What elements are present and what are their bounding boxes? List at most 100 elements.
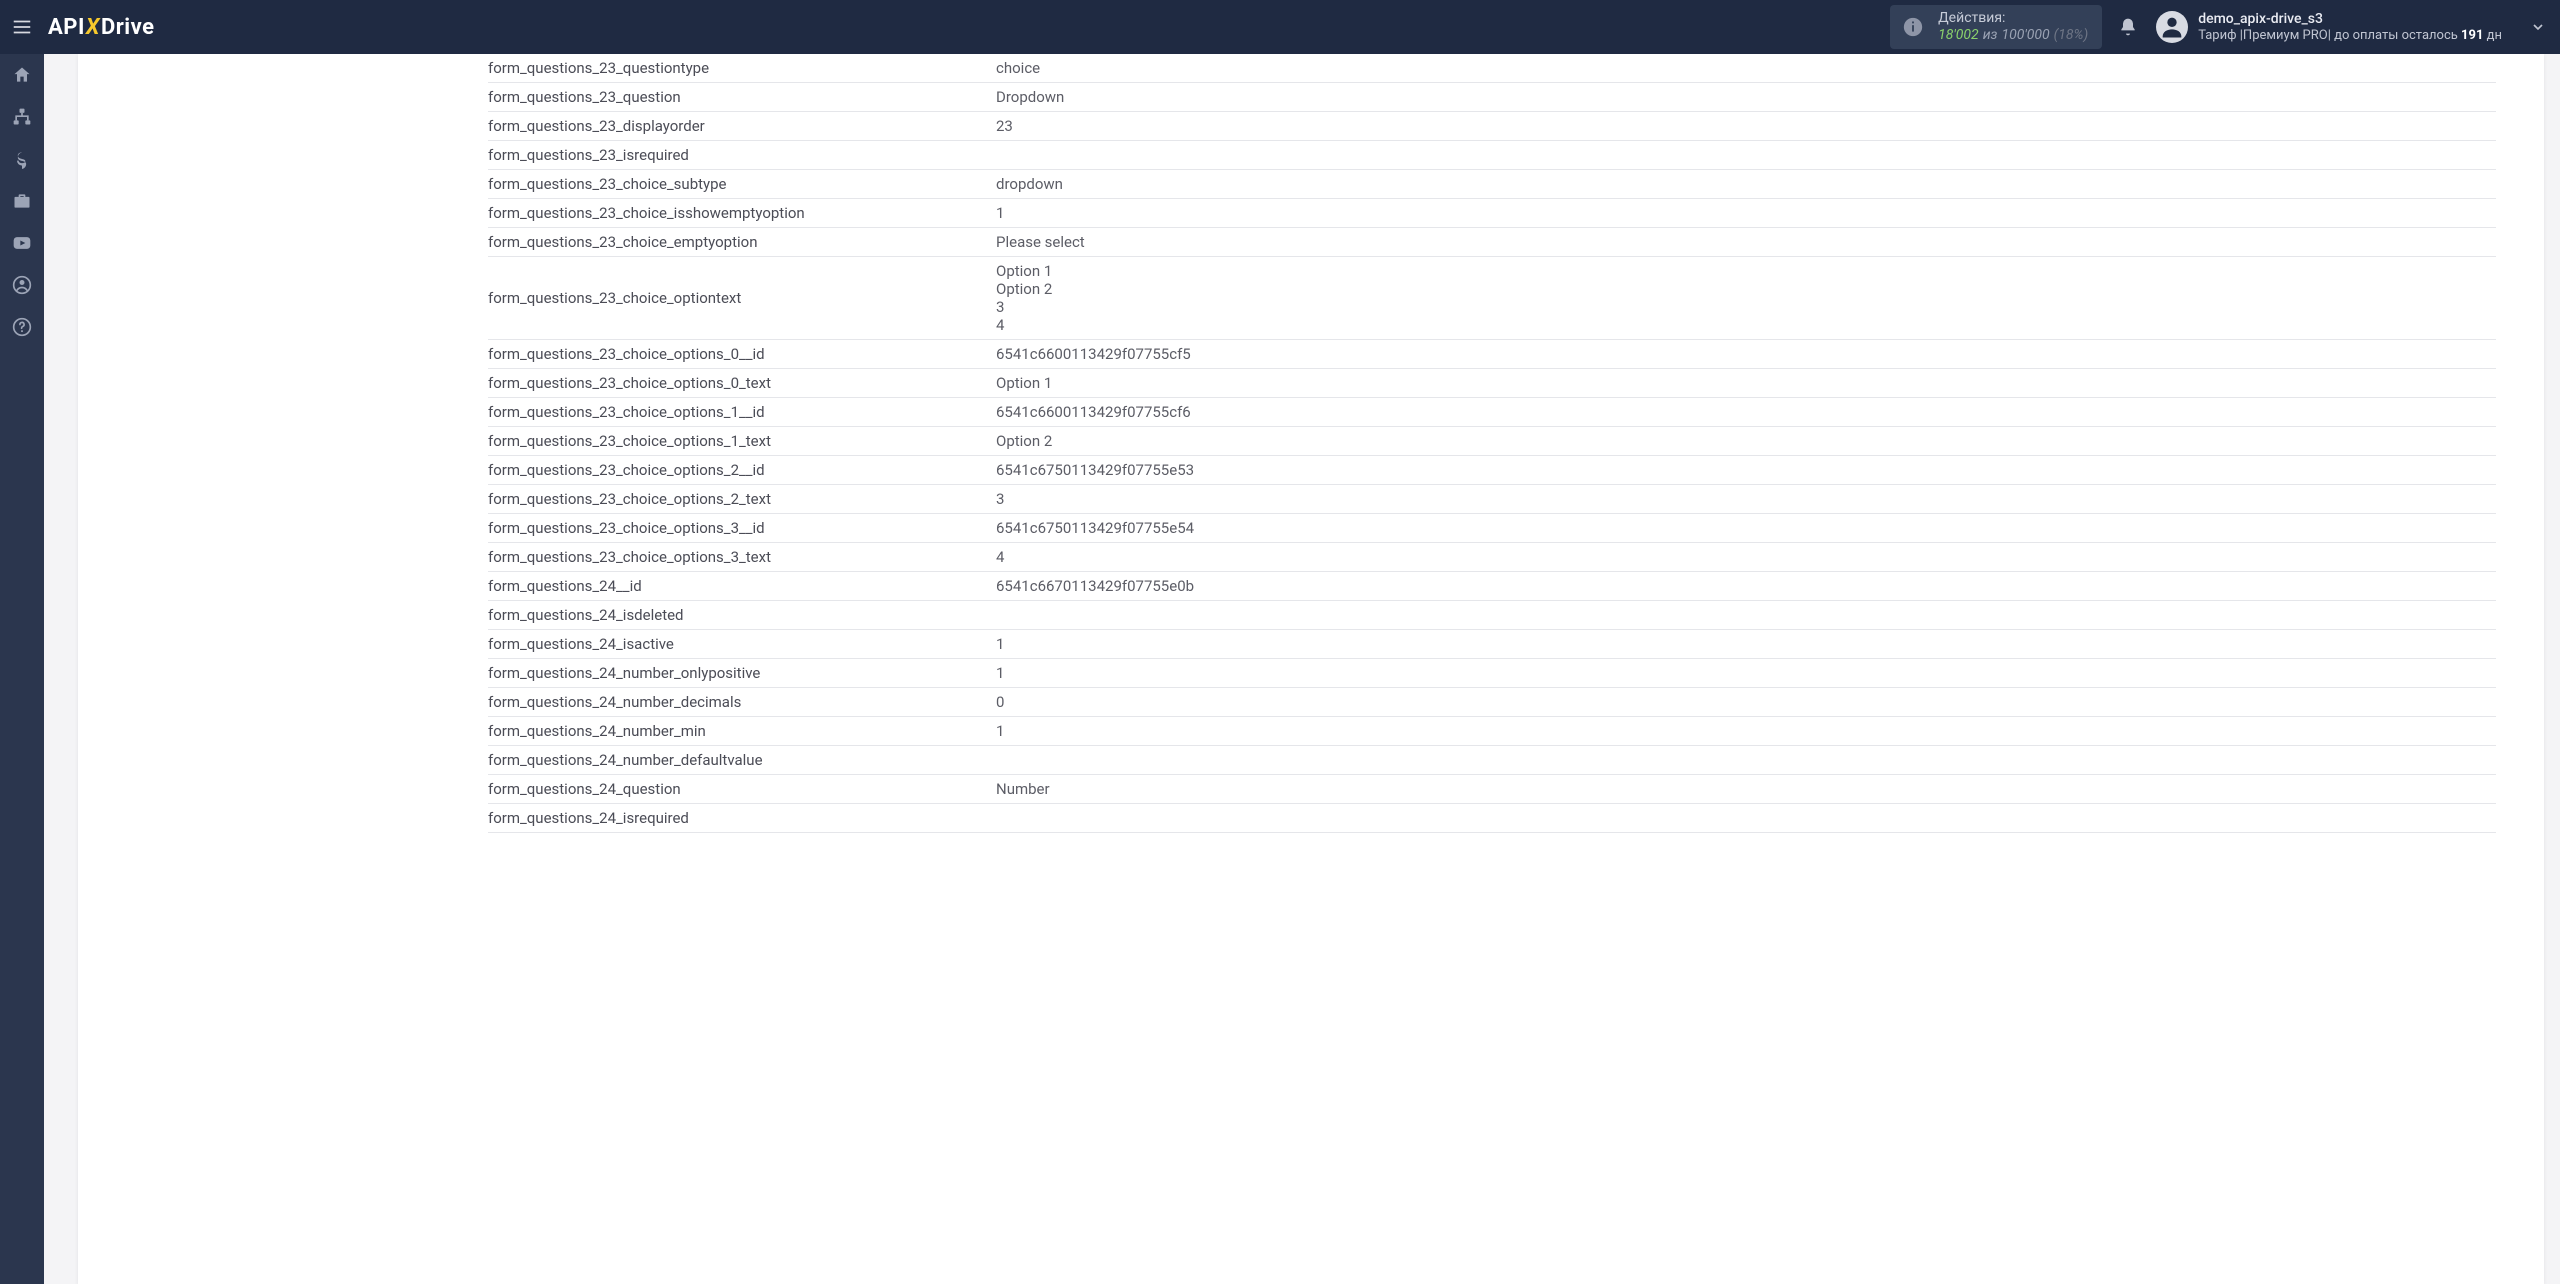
row-key: form_questions_23_choice_options_0__id: [488, 340, 996, 369]
actions-meter[interactable]: Действия: 18'002 из 100'000 (18%): [1890, 5, 2102, 49]
actions-iz: из: [1983, 27, 1998, 44]
row-key: form_questions_23_choice_emptyoption: [488, 228, 996, 257]
row-value: [996, 746, 2496, 775]
table-row: form_questions_24_number_defaultvalue: [488, 746, 2496, 775]
dollar-icon: [12, 149, 32, 169]
table-row: form_questions_24__id6541c6670113429f077…: [488, 572, 2496, 601]
row-value: [996, 141, 2496, 170]
logo-drive: Drive: [101, 15, 155, 40]
actions-pct: (18%): [2054, 27, 2089, 44]
row-key: form_questions_23_choice_options_2__id: [488, 456, 996, 485]
logo[interactable]: APIXDrive: [48, 15, 155, 40]
row-value: [996, 601, 2496, 630]
table-row: form_questions_24_isactive1: [488, 630, 2496, 659]
actions-label: Действия:: [1938, 10, 2088, 27]
row-key: form_questions_23_choice_isshowemptyopti…: [488, 199, 996, 228]
menu-toggle-button[interactable]: [0, 0, 44, 54]
table-row: form_questions_24_number_onlypositive1: [488, 659, 2496, 688]
row-key: form_questions_24_isactive: [488, 630, 996, 659]
row-value: dropdown: [996, 170, 2496, 199]
chevron-down-icon: [2530, 19, 2546, 35]
row-key: form_questions_23_choice_subtype: [488, 170, 996, 199]
table-row: form_questions_23_questionDropdown: [488, 83, 2496, 112]
actions-limit: 100'000: [2001, 27, 2049, 44]
row-value: 6541c6750113429f07755e54: [996, 514, 2496, 543]
table-row: form_questions_24_questionNumber: [488, 775, 2496, 804]
table-row: form_questions_23_choice_options_1__id65…: [488, 398, 2496, 427]
row-value: 0: [996, 688, 2496, 717]
row-key: form_questions_23_isrequired: [488, 141, 996, 170]
sidebar-item-toolbox[interactable]: [0, 180, 44, 222]
table-row: form_questions_23_displayorder23: [488, 112, 2496, 141]
row-key: form_questions_23_choice_options_2_text: [488, 485, 996, 514]
table-row: form_questions_23_choice_isshowemptyopti…: [488, 199, 2496, 228]
logo-x: X: [86, 15, 100, 40]
user-icon: [2158, 13, 2186, 41]
user-block[interactable]: demo_apix-drive_s3 Тариф |Премиум PRO| д…: [2156, 11, 2502, 43]
table-row: form_questions_23_questiontypechoice: [488, 54, 2496, 83]
row-key: form_questions_23_choice_options_0_text: [488, 369, 996, 398]
user-tariff: Тариф |Премиум PRO| до оплаты осталось 1…: [2198, 28, 2502, 44]
row-key: form_questions_23_choice_optiontext: [488, 257, 996, 340]
row-key: form_questions_23_displayorder: [488, 112, 996, 141]
row-key: form_questions_24_number_defaultvalue: [488, 746, 996, 775]
hamburger-icon: [11, 16, 33, 38]
content-area: form_questions_23_questiontypechoiceform…: [44, 54, 2560, 1284]
row-key: form_questions_23_choice_options_1__id: [488, 398, 996, 427]
avatar: [2156, 11, 2188, 43]
table-row: form_questions_23_choice_options_0__id65…: [488, 340, 2496, 369]
user-menu-toggle[interactable]: [2530, 19, 2546, 35]
briefcase-icon: [12, 191, 32, 211]
youtube-icon: [12, 233, 32, 253]
row-value: 6541c6600113429f07755cf6: [996, 398, 2496, 427]
row-value: 4: [996, 543, 2496, 572]
sidebar-item-video[interactable]: [0, 222, 44, 264]
row-value: 6541c6670113429f07755e0b: [996, 572, 2496, 601]
sidebar: [0, 54, 44, 1284]
row-value: Dropdown: [996, 83, 2496, 112]
bell-icon: [2118, 17, 2138, 37]
home-icon: [12, 65, 32, 85]
sidebar-item-home[interactable]: [0, 54, 44, 96]
row-value: Number: [996, 775, 2496, 804]
table-row: form_questions_24_isdeleted: [488, 601, 2496, 630]
sidebar-item-help[interactable]: [0, 306, 44, 348]
sidebar-item-account[interactable]: [0, 264, 44, 306]
row-value: 6541c6750113429f07755e53: [996, 456, 2496, 485]
row-value: 1: [996, 630, 2496, 659]
sidebar-item-billing[interactable]: [0, 138, 44, 180]
row-value: 1: [996, 659, 2496, 688]
row-key: form_questions_23_choice_options_3_text: [488, 543, 996, 572]
row-key: form_questions_24_number_onlypositive: [488, 659, 996, 688]
actions-used: 18'002: [1938, 27, 1979, 44]
row-key: form_questions_23_questiontype: [488, 54, 996, 83]
row-key: form_questions_23_question: [488, 83, 996, 112]
row-key: form_questions_24_isdeleted: [488, 601, 996, 630]
row-key: form_questions_24_number_decimals: [488, 688, 996, 717]
row-value: Please select: [996, 228, 2496, 257]
question-icon: [12, 317, 32, 337]
user-text: demo_apix-drive_s3 Тариф |Премиум PRO| д…: [2198, 11, 2502, 43]
table-row: form_questions_24_number_decimals0: [488, 688, 2496, 717]
row-value: 3: [996, 485, 2496, 514]
row-value: 1: [996, 199, 2496, 228]
actions-text: Действия: 18'002 из 100'000 (18%): [1938, 10, 2088, 44]
sidebar-item-connections[interactable]: [0, 96, 44, 138]
table-row: form_questions_23_choice_optiontextOptio…: [488, 257, 2496, 340]
notifications-button[interactable]: [2118, 17, 2138, 37]
row-value: 1: [996, 717, 2496, 746]
table-row: form_questions_23_choice_options_0_textO…: [488, 369, 2496, 398]
table-row: form_questions_24_number_min1: [488, 717, 2496, 746]
user-name: demo_apix-drive_s3: [2198, 11, 2502, 28]
row-key: form_questions_23_choice_options_3__id: [488, 514, 996, 543]
info-icon: [1902, 16, 1924, 38]
table-row: form_questions_23_choice_subtypedropdown: [488, 170, 2496, 199]
user-circle-icon: [12, 275, 32, 295]
row-value: choice: [996, 54, 2496, 83]
row-key: form_questions_24_question: [488, 775, 996, 804]
row-value: Option 2: [996, 427, 2496, 456]
data-table: form_questions_23_questiontypechoiceform…: [488, 54, 2496, 833]
data-table-wrap: form_questions_23_questiontypechoiceform…: [488, 54, 2496, 1284]
table-row: form_questions_23_choice_options_3__id65…: [488, 514, 2496, 543]
row-value: [996, 804, 2496, 833]
